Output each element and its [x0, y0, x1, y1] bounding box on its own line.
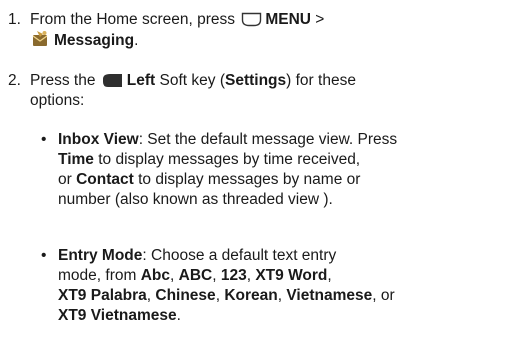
bullet-marker: •	[41, 247, 47, 264]
step-text: From the Home screen, press MENU > Messa…	[30, 10, 512, 51]
bullet-inbox-view: • Inbox View: Set the default message vi…	[0, 130, 513, 214]
bullet-text: Entry Mode: Choose a default text entry …	[58, 247, 395, 324]
step-number: 2.	[8, 72, 21, 89]
step-line: Press the Left Soft key (Settings) for t…	[30, 72, 356, 89]
step-line: From the Home screen, press MENU >	[30, 11, 325, 28]
bullet-entry-mode: • Entry Mode: Choose a default text entr…	[0, 246, 513, 330]
bullet-text: Inbox View: Set the default message view…	[58, 131, 398, 208]
step-text: Press the Left Soft key (Settings) for t…	[30, 71, 512, 111]
messaging-envelope-icon	[32, 31, 48, 46]
menu-softkey-icon	[242, 12, 262, 27]
step-2: 2. Press the Left Soft key (Settings) fo…	[0, 71, 513, 113]
left-softkey-icon	[102, 74, 122, 87]
step-number: 1.	[8, 11, 21, 28]
bullet-marker: •	[41, 131, 47, 148]
step-line: Messaging.	[30, 30, 512, 51]
manual-page: 1. From the Home screen, press MENU > Me…	[0, 0, 513, 348]
step-1: 1. From the Home screen, press MENU > Me…	[0, 10, 513, 52]
step-line: options:	[30, 92, 85, 109]
